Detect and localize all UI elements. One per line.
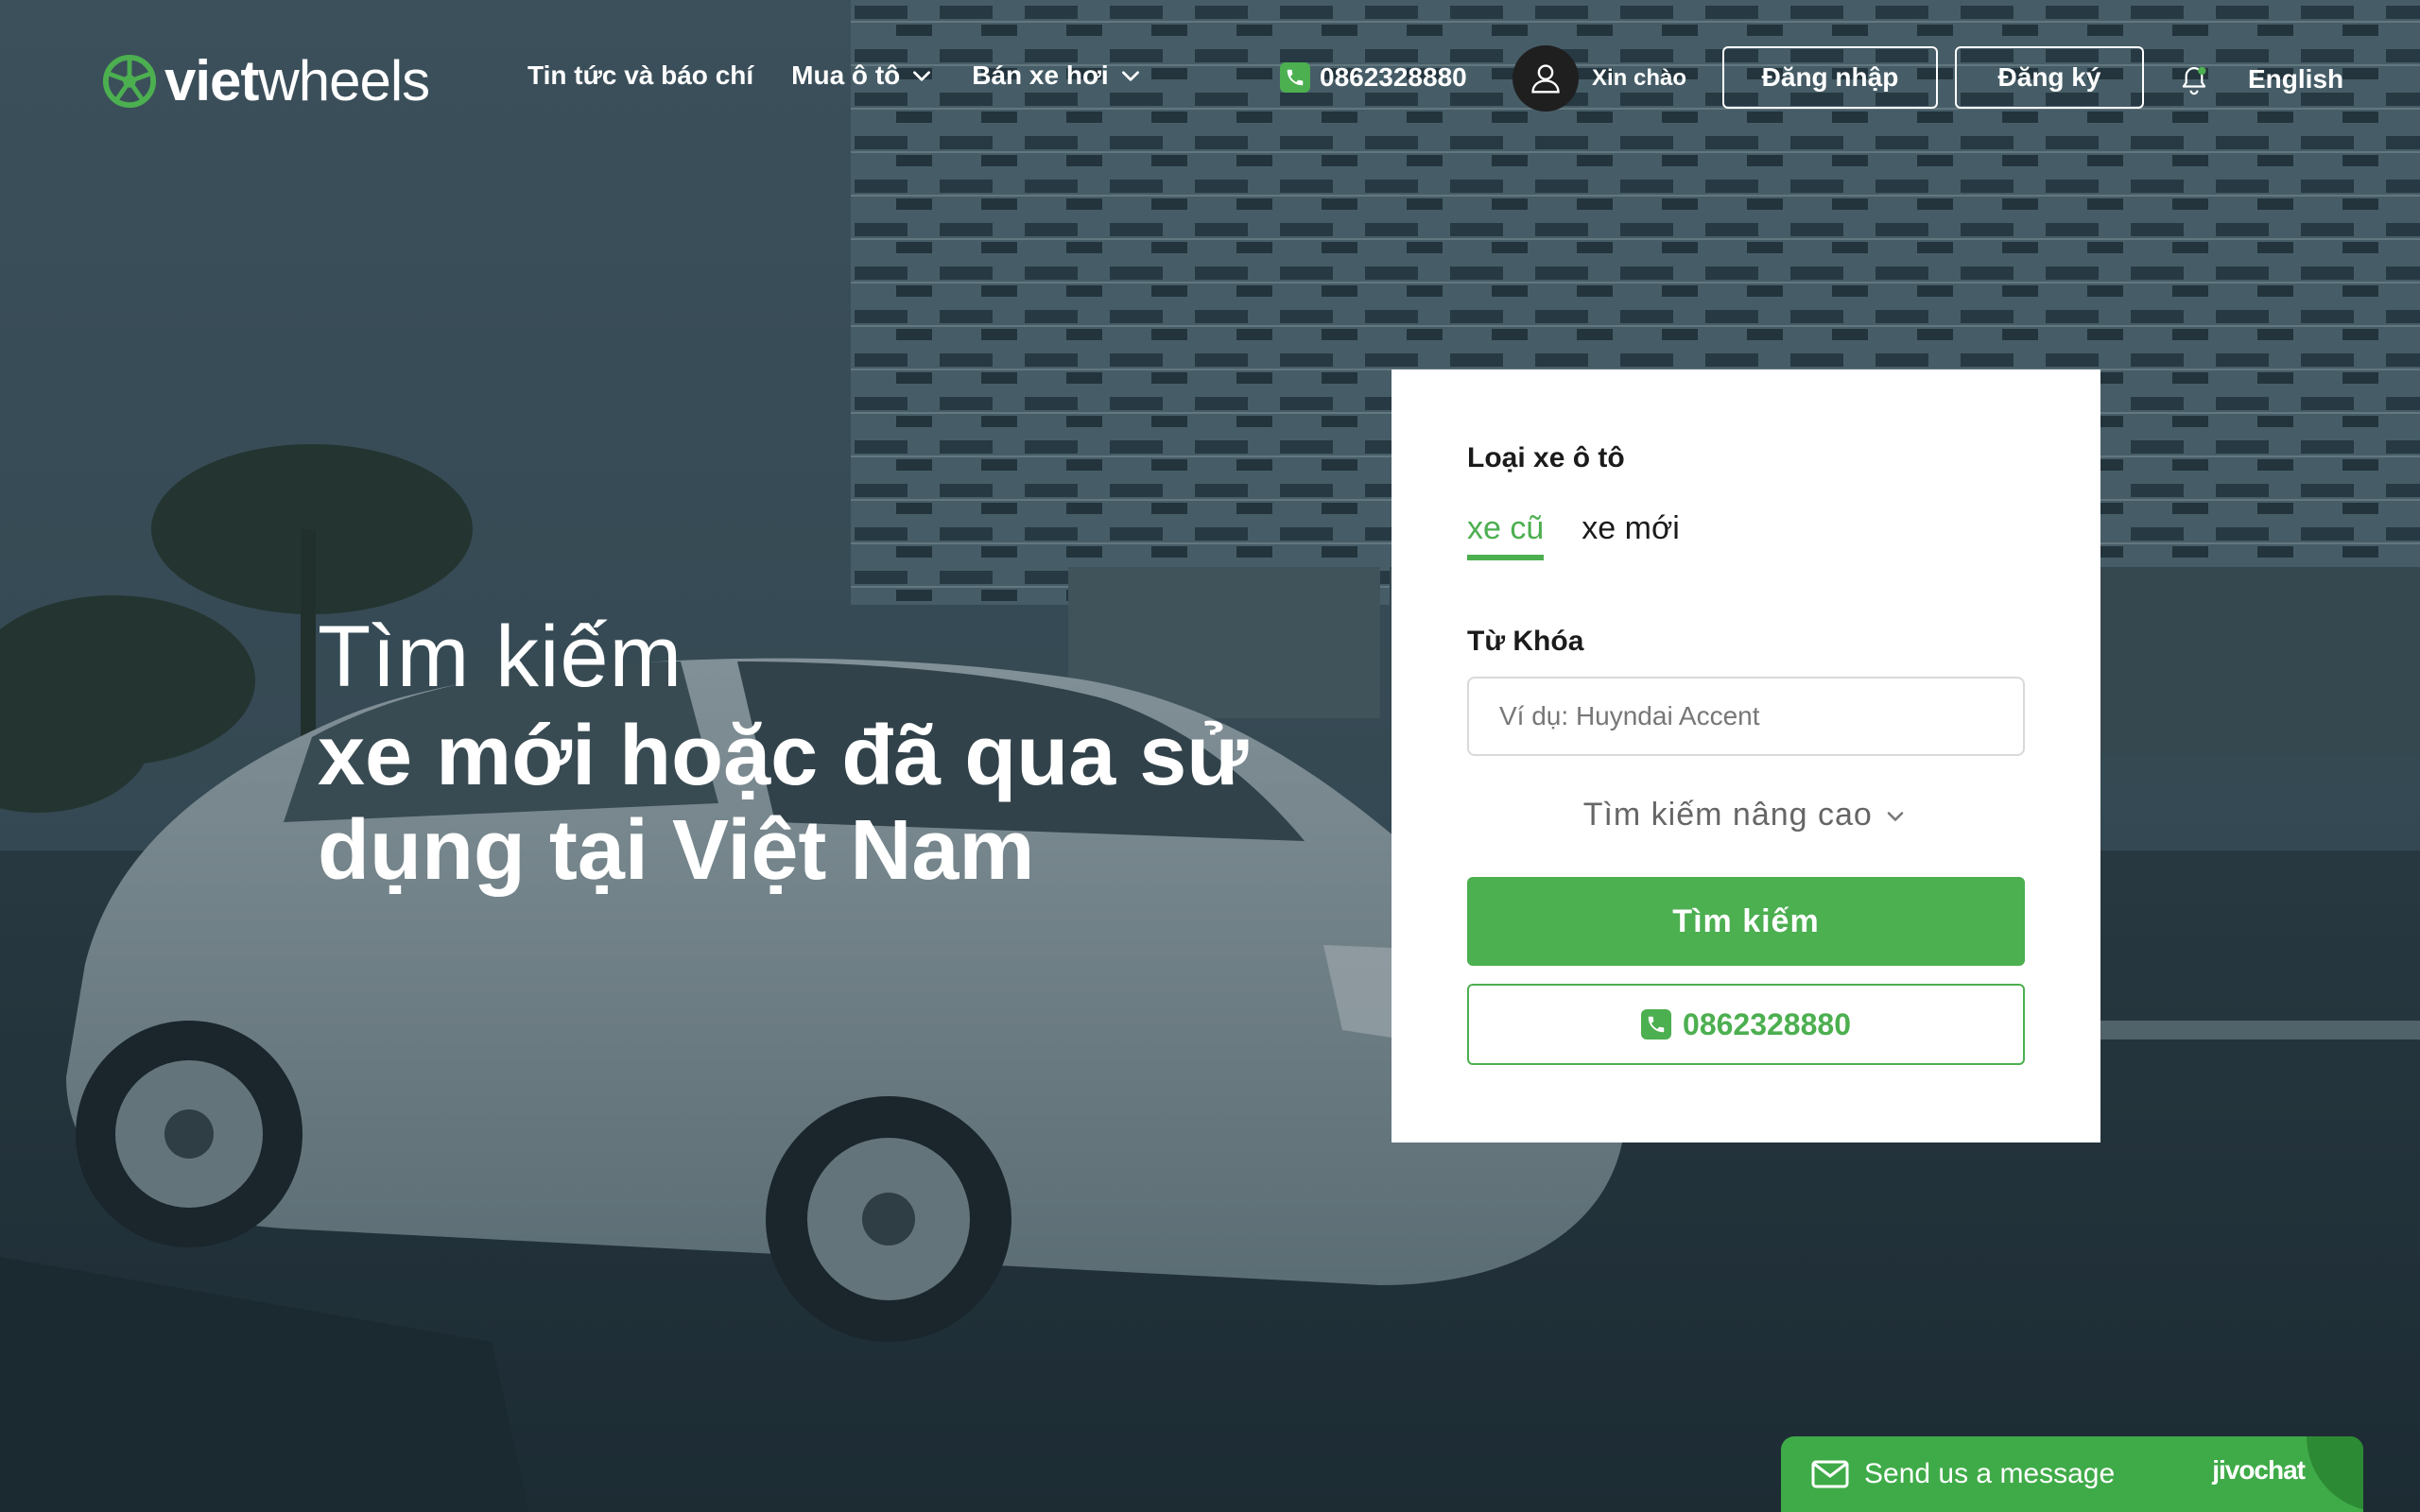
nav-item-buy-car[interactable]: Mua ô tô xyxy=(791,60,934,91)
car-type-label: Loại xe ô tô xyxy=(1467,442,1625,473)
logo-text: vietwheels xyxy=(164,49,430,112)
nav-item-label: Tin tức và báo chí xyxy=(527,60,754,90)
chat-brand: jivochat xyxy=(2212,1455,2306,1485)
keyword-label: Từ Khóa xyxy=(1467,626,1584,657)
language-switch[interactable]: English xyxy=(2248,64,2343,94)
search-card: Loại xe ô tô xe cũ xe mới Từ Khóa Tìm ki… xyxy=(1392,369,2100,1143)
notification-bell-icon[interactable] xyxy=(2178,64,2210,98)
keyword-input[interactable] xyxy=(1467,677,2025,756)
call-phone-button[interactable]: 0862328880 xyxy=(1467,984,2025,1065)
phone-icon xyxy=(1280,62,1310,93)
greeting-text: Xin chào xyxy=(1592,65,1687,91)
main-nav: Tin tức và báo chí Mua ô tô Bán xe hơi xyxy=(527,60,1143,91)
avatar xyxy=(1512,45,1579,112)
chevron-down-icon xyxy=(1887,812,1904,821)
nav-item-news[interactable]: Tin tức và báo chí xyxy=(527,60,753,91)
chat-corner-fold xyxy=(2307,1436,2363,1512)
user-icon xyxy=(1531,64,1560,94)
chat-widget[interactable]: Send us a message jivochat xyxy=(1781,1436,2363,1512)
hero-line-2: xe mới hoặc đã qua sử xyxy=(318,709,1249,803)
login-button[interactable]: Đăng nhập xyxy=(1722,46,1938,109)
chat-message-label: Send us a message xyxy=(1864,1458,2116,1489)
header-phone-number: 0862328880 xyxy=(1320,62,1467,92)
chevron-down-icon xyxy=(1121,71,1139,81)
wheel-icon xyxy=(102,54,157,109)
nav-item-sell-car[interactable]: Bán xe hơi xyxy=(972,60,1142,91)
phone-icon xyxy=(1641,1009,1672,1040)
tab-used-car[interactable]: xe cũ xyxy=(1467,510,1545,560)
nav-item-label: Mua ô tô xyxy=(791,60,901,90)
nav-item-label: Bán xe hơi xyxy=(972,60,1109,90)
car-type-tabs: xe cũ xe mới xyxy=(1467,510,1680,560)
user-greeting[interactable]: Xin chào xyxy=(1512,45,1686,112)
mail-icon xyxy=(1811,1460,1849,1488)
logo[interactable]: vietwheels xyxy=(102,49,430,112)
header-phone-link[interactable]: 0862328880 xyxy=(1280,62,1467,93)
site-header: vietwheels Tin tức và báo chí Mua ô tô B… xyxy=(0,0,2420,161)
hero-headline: Tìm kiếm xe mới hoặc đã qua sử dụng tại … xyxy=(318,605,1395,898)
advanced-search-toggle[interactable]: Tìm kiếm nâng cao xyxy=(1392,797,2100,833)
hero-line-1: Tìm kiếm xyxy=(318,609,683,705)
hero-line-3: dụng tại Việt Nam xyxy=(318,803,1035,898)
chevron-down-icon xyxy=(913,71,931,81)
call-phone-number: 0862328880 xyxy=(1683,1006,1851,1041)
register-button[interactable]: Đăng ký xyxy=(1955,46,2144,109)
search-button[interactable]: Tìm kiếm xyxy=(1467,877,2025,966)
advanced-search-label: Tìm kiếm nâng cao xyxy=(1582,797,1873,833)
tab-new-car[interactable]: xe mới xyxy=(1582,510,1680,560)
